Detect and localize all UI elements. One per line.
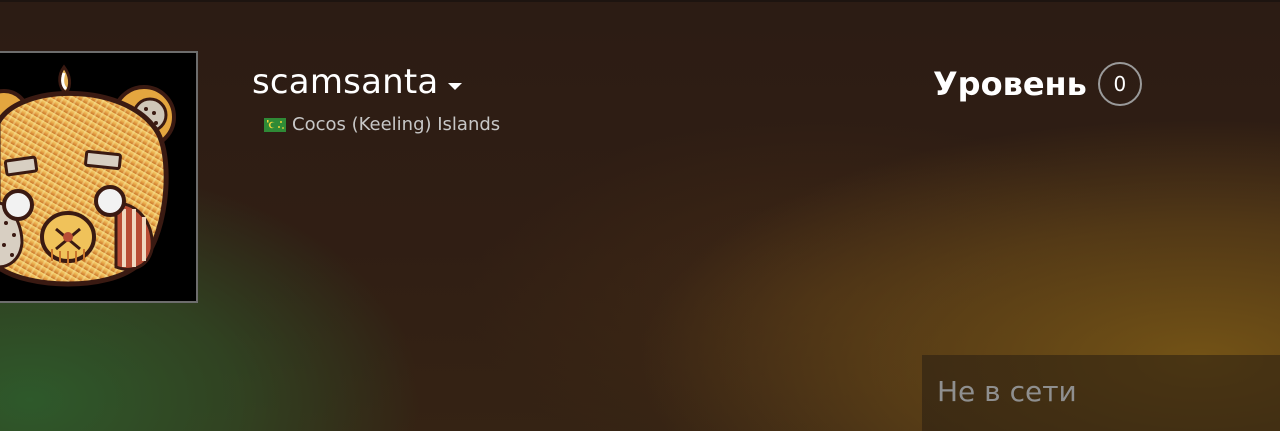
online-status-panel: Не в сети <box>922 355 1280 431</box>
cocos-islands-flag-icon <box>264 118 286 132</box>
location-text: Cocos (Keeling) Islands <box>292 114 501 135</box>
profile-location: Cocos (Keeling) Islands <box>264 114 500 136</box>
online-status-text: Не в сети <box>937 375 1077 408</box>
level-label: Уровень <box>933 65 1087 103</box>
header-divider <box>0 0 1280 2</box>
avatar[interactable] <box>0 51 198 303</box>
profile-level[interactable]: Уровень 0 <box>933 62 1142 106</box>
persona-name[interactable]: scamsanta <box>252 62 438 102</box>
level-badge: 0 <box>1097 62 1142 106</box>
persona-header: scamsanta <box>252 62 463 102</box>
caret-down-icon[interactable] <box>448 82 463 90</box>
bear-mask-avatar-icon <box>0 64 176 287</box>
